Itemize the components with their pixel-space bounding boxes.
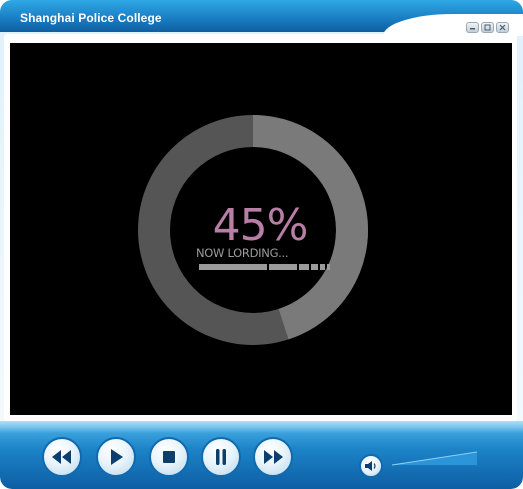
maximize-icon: [484, 24, 491, 31]
window-controls: [466, 22, 509, 33]
minimize-button[interactable]: [466, 22, 479, 33]
control-bar: [0, 421, 523, 489]
minimize-icon: [470, 28, 475, 30]
loading-bar: [199, 264, 330, 270]
close-button[interactable]: [496, 22, 509, 33]
pause-icon: [216, 449, 226, 465]
loading-bar-segment: [311, 264, 318, 270]
close-icon: [499, 24, 506, 31]
loading-bar-segment: [320, 264, 325, 270]
stop-button[interactable]: [149, 437, 189, 477]
loading-bar-fill: [199, 264, 267, 270]
loading-status: NOW LORDING...: [196, 246, 289, 260]
volume-button[interactable]: [359, 454, 383, 478]
loading-percent: 45%: [212, 200, 309, 251]
pause-button[interactable]: [201, 437, 241, 477]
title-bar[interactable]: Shanghai Police College: [0, 0, 523, 36]
loading-bar-segment: [269, 264, 297, 270]
stop-icon: [163, 451, 175, 463]
media-player-window: Shanghai Police College 45% NOW LORDING.…: [0, 0, 523, 489]
volume-slider[interactable]: [392, 451, 477, 467]
maximize-button[interactable]: [481, 22, 494, 33]
loading-bar-segment: [327, 264, 330, 270]
video-screen[interactable]: 45% NOW LORDING...: [10, 43, 512, 415]
rewind-button[interactable]: [42, 437, 82, 477]
rewind-icon: [52, 450, 71, 464]
play-icon: [111, 449, 123, 465]
loading-bar-segment: [299, 264, 309, 270]
fast-forward-icon: [264, 450, 283, 464]
play-button[interactable]: [96, 437, 136, 477]
fast-forward-button[interactable]: [253, 437, 293, 477]
window-title: Shanghai Police College: [20, 11, 162, 25]
speaker-icon: [365, 461, 376, 471]
